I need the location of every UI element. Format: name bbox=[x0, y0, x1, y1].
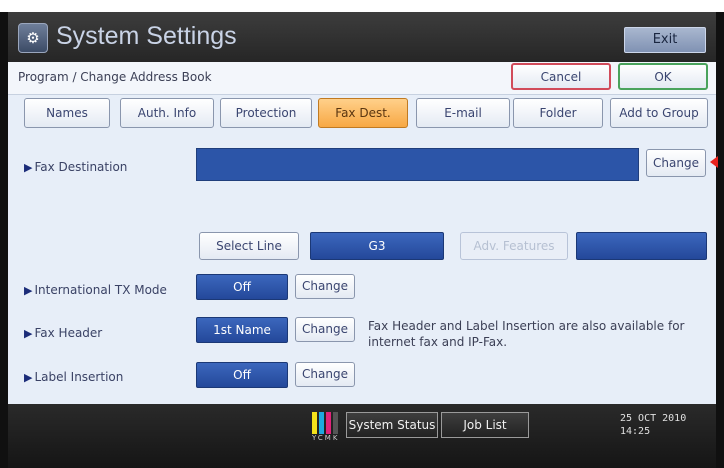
international-tx-label: International TX Mode bbox=[34, 283, 167, 297]
cancel-button[interactable]: Cancel bbox=[511, 63, 611, 90]
label-insertion-change-button[interactable]: Change bbox=[295, 362, 355, 387]
toner-cyan-icon bbox=[319, 412, 324, 434]
tab-e-mail[interactable]: E-mail bbox=[416, 98, 510, 128]
adv-features-button: Adv. Features bbox=[460, 232, 568, 260]
label-insertion-label-row: ▶ Label Insertion bbox=[24, 370, 123, 384]
date-text: 25 OCT 2010 bbox=[620, 413, 687, 424]
bezel-right bbox=[716, 12, 724, 468]
bezel-top bbox=[0, 0, 724, 12]
toner-black-icon bbox=[333, 412, 338, 434]
triangle-right-icon: ▶ bbox=[24, 327, 33, 340]
status-footer: YCMK System Status Job List 25 OCT 2010 … bbox=[8, 404, 716, 468]
bezel-left bbox=[0, 12, 8, 468]
red-pointer-icon bbox=[710, 156, 718, 168]
tab-auth-info[interactable]: Auth. Info bbox=[120, 98, 214, 128]
main-panel: Program / Change Address Book Cancel OK … bbox=[8, 62, 718, 404]
tab-names[interactable]: Names bbox=[24, 98, 110, 128]
fax-header-label-row: ▶ Fax Header bbox=[24, 326, 102, 340]
fax-destination-label-row: ▶ Fax Destination bbox=[24, 160, 127, 174]
job-list-button[interactable]: Job List bbox=[441, 412, 529, 438]
tab-folder[interactable]: Folder bbox=[513, 98, 603, 128]
toner-level-icon bbox=[312, 412, 342, 434]
tab-protection[interactable]: Protection bbox=[220, 98, 312, 128]
fax-destination-label: Fax Destination bbox=[34, 160, 128, 174]
international-tx-value[interactable]: Off bbox=[196, 274, 288, 300]
fax-header-change-button[interactable]: Change bbox=[295, 317, 355, 342]
system-settings-icon: ⚙ bbox=[18, 23, 48, 53]
fax-header-note: Fax Header and Label Insertion are also … bbox=[368, 319, 685, 349]
fax-header-label: Fax Header bbox=[34, 326, 103, 340]
triangle-right-icon: ▶ bbox=[24, 371, 33, 384]
time-text: 14:25 bbox=[620, 426, 651, 437]
tab-fax-dest[interactable]: Fax Dest. bbox=[318, 98, 408, 128]
line-extra-field[interactable] bbox=[576, 232, 707, 260]
toner-magenta-icon bbox=[326, 412, 331, 434]
subheader: Program / Change Address Book Cancel OK bbox=[8, 62, 716, 95]
ok-button[interactable]: OK bbox=[618, 63, 708, 90]
tab-add-to-group[interactable]: Add to Group bbox=[610, 98, 708, 128]
label-insertion-value[interactable]: Off bbox=[196, 362, 288, 388]
international-tx-label-row: ▶ International TX Mode bbox=[24, 283, 167, 297]
toner-label: YCMK bbox=[312, 434, 340, 442]
fax-destination-field[interactable] bbox=[196, 148, 639, 181]
toner-yellow-icon bbox=[312, 412, 317, 434]
page-title: System Settings bbox=[56, 22, 237, 50]
title-bar: ⚙ System Settings Exit bbox=[8, 12, 716, 62]
datetime: 25 OCT 2010 14:25 bbox=[620, 412, 686, 438]
triangle-right-icon: ▶ bbox=[24, 161, 33, 174]
international-tx-change-button[interactable]: Change bbox=[295, 274, 355, 299]
fax-destination-change-button[interactable]: Change bbox=[646, 149, 706, 177]
select-line-button[interactable]: Select Line bbox=[199, 232, 299, 260]
tab-bar: Names Auth. Info Protection Fax Dest. E-… bbox=[8, 98, 716, 132]
triangle-right-icon: ▶ bbox=[24, 284, 33, 297]
system-status-button[interactable]: System Status bbox=[346, 412, 438, 438]
exit-button[interactable]: Exit bbox=[624, 27, 706, 53]
line-g3-value[interactable]: G3 bbox=[310, 232, 444, 260]
fax-header-value[interactable]: 1st Name bbox=[196, 317, 288, 343]
label-insertion-label: Label Insertion bbox=[34, 370, 124, 384]
breadcrumb: Program / Change Address Book bbox=[18, 70, 212, 84]
